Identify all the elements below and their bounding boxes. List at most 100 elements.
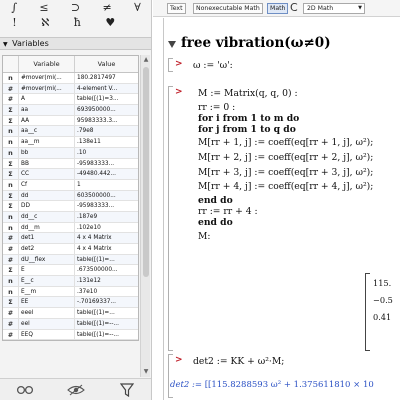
code-line[interactable]: M[rr + 4, j] := coeff(eq[rr + 4, j], ω²)… [198, 181, 373, 192]
variable-type-icon: # [3, 308, 19, 318]
variable-type-icon: n [3, 286, 19, 297]
text-mode-button[interactable]: Text [167, 3, 186, 14]
for-all-symbol-button[interactable]: ∀ [134, 1, 141, 14]
code-line[interactable]: rr := 0 : [198, 102, 235, 113]
variable-value-cell: 603500000... [77, 192, 116, 199]
variable-row[interactable]: Σaa 693950000... [3, 105, 138, 116]
variable-row[interactable]: n E__c .131e12 [3, 276, 138, 287]
factorial-symbol-button[interactable]: ! [12, 16, 16, 29]
value-column-header[interactable]: Value [75, 56, 138, 72]
variable-name-cell: bb [19, 147, 75, 158]
variable-value-cell: 693950000... [77, 107, 116, 114]
hbar-symbol-button[interactable]: ħ [74, 16, 81, 29]
variable-value-cell: 1 [77, 181, 81, 188]
execution-group-bracket-det[interactable] [168, 354, 173, 398]
variable-row[interactable]: n bb .10 [3, 147, 138, 159]
variable-row[interactable]: n dd__c .187e9 [3, 211, 138, 223]
math-mode-select[interactable]: 2D Math ▼ [303, 3, 365, 14]
variable-type-icon: n [3, 179, 19, 190]
variable-type-icon: # [3, 329, 19, 340]
variable-type-icon: Σ [3, 105, 19, 115]
variable-row[interactable]: # eeel table([(1)=... [3, 308, 138, 319]
execution-group-bracket-code[interactable] [168, 86, 173, 351]
variable-value-cell: table([(1)=... [77, 310, 115, 317]
input-prompt-det: > [175, 355, 183, 365]
variable-row[interactable]: # EEQ table([(1)=--... [3, 329, 138, 341]
code-line[interactable]: for j from 1 to q do [198, 124, 296, 135]
matrix-output-cell: 0.41 [373, 312, 392, 322]
aleph-symbol-button[interactable]: ℵ [41, 16, 49, 29]
c-mode-icon[interactable]: C [290, 1, 298, 14]
execution-group-bracket[interactable] [168, 58, 173, 72]
code-line[interactable]: M[rr + 3, j] := coeff(eq[rr + 3, j], ω²)… [198, 167, 373, 178]
variable-row[interactable]: # dU__flex table([(1)=... [3, 254, 138, 266]
context-toolbar: Text Nonexecutable Math Math C 2D Math ▼ [153, 0, 400, 17]
variable-row[interactable]: n aa__c .79e8 [3, 126, 138, 138]
less-equal-symbol-button[interactable]: ≤ [39, 1, 48, 14]
code-line[interactable]: rr := rr + 4 : [198, 206, 258, 217]
section-collapse-triangle-icon[interactable] [168, 41, 176, 48]
variable-row[interactable]: Σ BB -95983333... [3, 158, 138, 170]
variable-name-cell: EE [19, 297, 75, 308]
type-column-header[interactable] [3, 56, 19, 72]
variable-name-cell: E__c [19, 276, 75, 286]
variable-name-cell: aa [19, 105, 75, 115]
variable-row[interactable]: # #mover(mi(... 4-element V... [3, 83, 138, 95]
code-line[interactable]: M := Matrix(q, q, 0) : [198, 88, 298, 99]
variable-row[interactable]: Σ E .673500000... [3, 265, 138, 277]
code-line[interactable]: end do [198, 195, 233, 206]
variable-column-header[interactable]: Variable [19, 56, 75, 72]
heart-symbol-button[interactable]: ♥ [105, 16, 115, 29]
variable-type-icon: # [3, 83, 19, 94]
hide-eye-icon[interactable] [64, 381, 88, 399]
filter-funnel-icon[interactable] [115, 381, 139, 399]
variable-type-icon: n [3, 222, 19, 233]
code-line[interactable]: M: [198, 231, 211, 242]
variable-row[interactable]: n dd__m .102e10 [3, 222, 138, 234]
variable-row[interactable]: # det2 4 x 4 Matrix [3, 244, 138, 255]
variable-name-cell: BB [19, 158, 75, 169]
code-line[interactable]: end do [198, 217, 233, 228]
math-mode-button[interactable]: Math [267, 3, 289, 14]
variable-row[interactable]: n aa__m .138e11 [3, 137, 138, 148]
variable-name-cell: Cf [19, 179, 75, 190]
variable-name-cell: #mover(mi(... [19, 83, 75, 94]
collapse-triangle-icon[interactable]: ▼ [3, 41, 8, 48]
variable-row[interactable]: Σ AA 95983333.3... [3, 115, 138, 127]
code-line[interactable]: M[rr + 2, j] := coeff(eq[rr + 2, j], ω²)… [198, 152, 373, 163]
scroll-up-arrow-icon[interactable]: ▲ [141, 55, 151, 65]
superset-symbol-button[interactable]: ⊃ [71, 1, 80, 14]
not-equal-symbol-button[interactable]: ≠ [103, 1, 112, 14]
integral-symbol-button[interactable]: ∫ [11, 1, 17, 14]
variable-type-icon: # [3, 318, 19, 329]
variable-row[interactable]: n E__m .37e10 [3, 286, 138, 298]
variable-row[interactable]: Σdd 603500000... [3, 190, 138, 202]
variable-row[interactable]: # eel table([(1)=--... [3, 318, 138, 330]
variable-row[interactable]: # Atable([(1)=3... [3, 94, 138, 106]
input-line-omega[interactable]: ω := 'ω': [193, 60, 233, 71]
variable-row[interactable]: n Cf 1 [3, 179, 138, 191]
infinity-glasses-icon[interactable] [13, 381, 37, 399]
variable-value-cell: -95983333... [77, 160, 115, 167]
variable-type-icon: Σ [3, 115, 19, 126]
variable-row[interactable]: Σ EE -.70169337... [3, 297, 138, 309]
variable-name-cell: dd__m [19, 222, 75, 233]
variable-row[interactable]: Σ CC -49480.442... [3, 169, 138, 180]
det2-input-line[interactable]: det2 := KK + ω²·M; [193, 356, 284, 367]
code-line[interactable]: M[rr + 1, j] := coeff(eq[rr + 1, j], ω²)… [198, 137, 373, 148]
scrollbar-thumb[interactable] [143, 67, 149, 277]
variable-row[interactable]: # det1 4 x 4 Matrix [3, 233, 138, 244]
nonexecutable-math-button[interactable]: Nonexecutable Math [193, 3, 263, 14]
variable-name-cell: dd__c [19, 211, 75, 222]
variable-value-cell: -95983333... [77, 203, 115, 210]
variable-value-cell: .10 [77, 149, 87, 156]
variables-panel-header[interactable]: ▼ Variables [0, 37, 151, 50]
det2-output-label: det2 := [170, 380, 202, 390]
variable-row[interactable]: n #mover(mi(... 180.2817497 [3, 73, 138, 84]
variables-scrollbar[interactable]: ▲ ▼ [140, 55, 150, 377]
worksheet-document[interactable]: free vibration(ω≠0) > ω := 'ω': > M := M… [153, 18, 400, 400]
scroll-down-arrow-icon[interactable]: ▼ [141, 367, 151, 377]
variables-panel-footer [0, 378, 151, 400]
variable-row[interactable]: Σ DD -95983333... [3, 201, 138, 212]
code-line[interactable]: for i from 1 to m do [198, 113, 299, 124]
